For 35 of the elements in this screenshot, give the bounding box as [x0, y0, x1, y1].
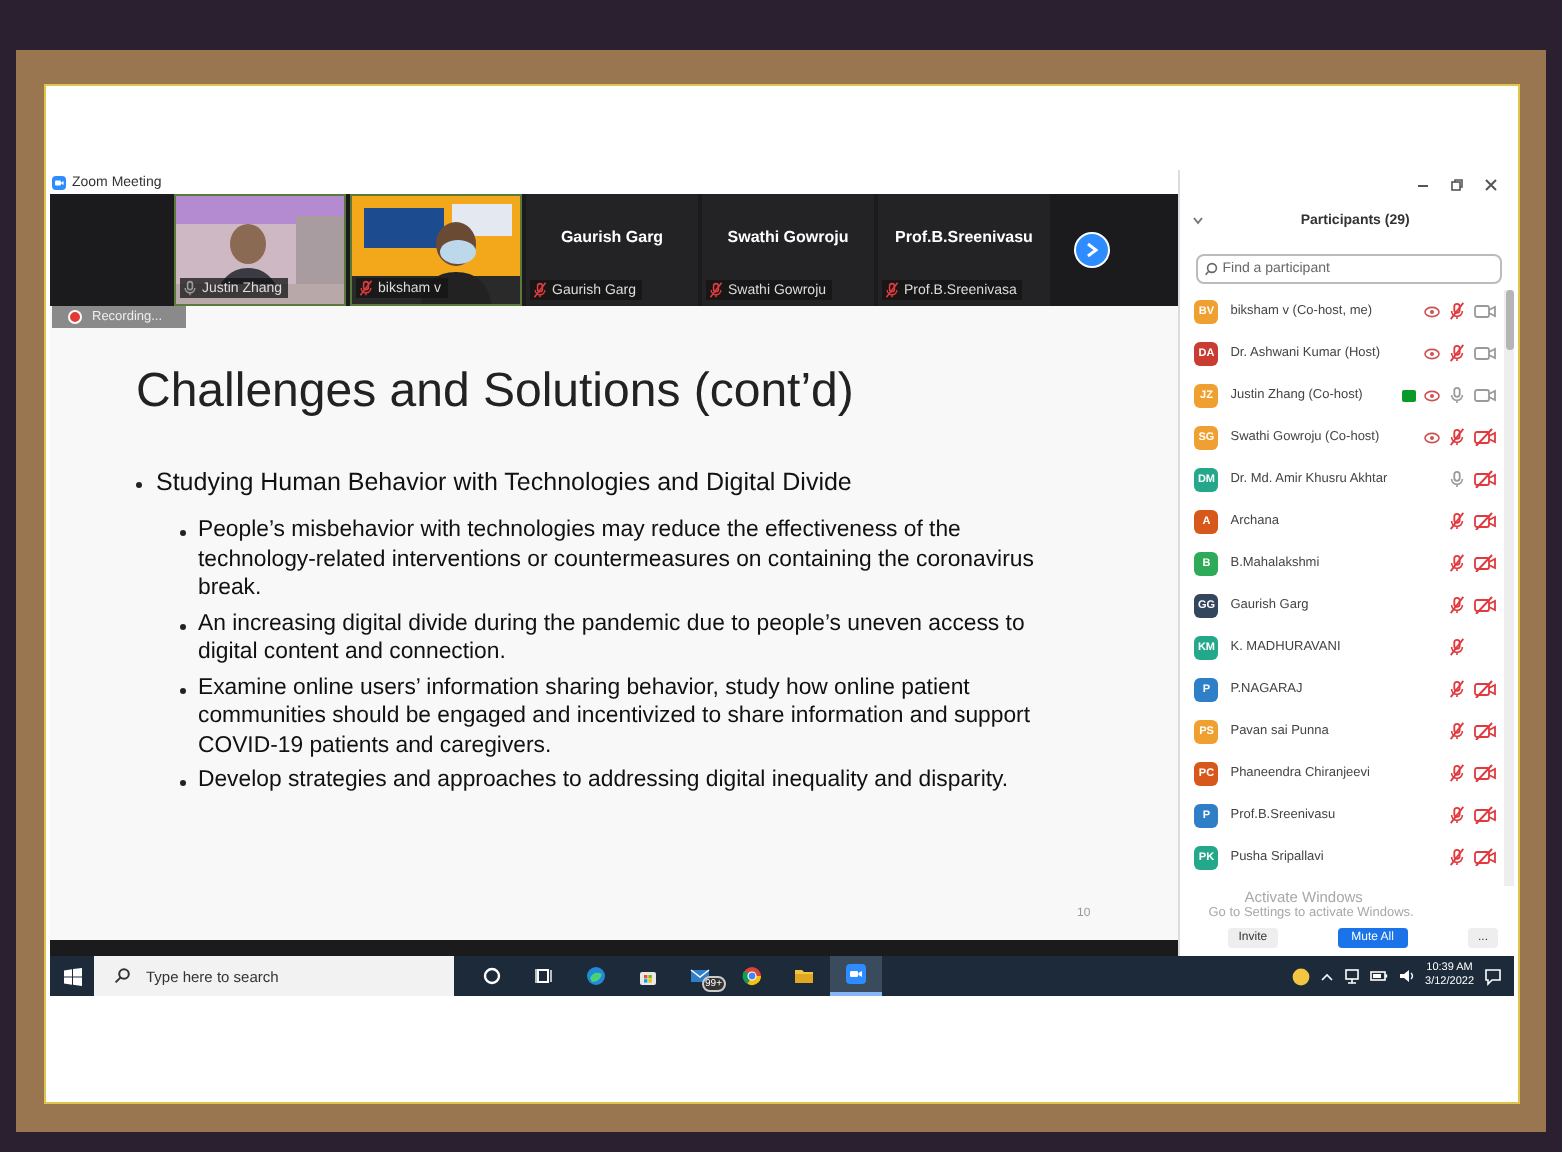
bullet-text: People’s misbehavior with technologies may reduce the effectiveness of the technology-related interventions or countermeasures on containing the coronavirus break. [198, 516, 1036, 603]
bullet-icon [180, 623, 186, 629]
battery-icon[interactable] [1369, 970, 1388, 982]
speaker-icon[interactable] [1397, 968, 1416, 984]
search-icon [114, 968, 130, 984]
recording-dot-icon [68, 310, 82, 324]
search-icon [1204, 262, 1219, 276]
chrome-icon[interactable] [742, 966, 762, 986]
bullet-text: Studying Human Behavior with Technologies and Digital Divide [156, 468, 852, 496]
bullet-text: Develop strategies and approaches to addressing digital inequality and disparity. [198, 766, 1009, 795]
bullet-text: Examine online users’ information sharing behavior, study how online patient communities should be engaged and incentivized to share information and support COVID-19 patients and caregivers. [198, 673, 1033, 760]
bullet-icon [180, 780, 186, 786]
task-view-icon[interactable] [534, 966, 554, 986]
participant-name: Gaurish Garg [558, 228, 666, 246]
slide-title: Challenges and Solutions (cont’d) [136, 364, 854, 420]
chevron-up-icon[interactable] [1319, 971, 1334, 981]
network-icon[interactable] [1343, 968, 1360, 984]
bullet-text: An increasing digital divide during the pandemic due to people’s uneven access to digital content and connection. [198, 609, 1027, 667]
windows-logo-icon[interactable] [63, 967, 81, 985]
next-page-button[interactable] [1074, 232, 1110, 268]
chevron-down-icon[interactable] [1192, 215, 1205, 225]
cortana-icon[interactable] [482, 966, 502, 986]
restore-icon[interactable] [1450, 177, 1464, 191]
edge-icon[interactable] [586, 966, 606, 986]
bullet-icon [180, 530, 186, 536]
bullet-icon [180, 687, 186, 693]
video-camera-icon[interactable] [846, 964, 866, 984]
folder-icon[interactable] [794, 966, 814, 986]
bullet-icon [136, 482, 142, 488]
close-icon[interactable] [1484, 177, 1498, 191]
store-icon[interactable] [638, 966, 658, 986]
chevron-right-icon [1086, 242, 1098, 258]
participant-name: Prof.B.Sreenivasu [893, 228, 1035, 246]
notifications-icon[interactable] [1484, 967, 1502, 985]
participant-name: Swathi Gowroju [725, 228, 851, 246]
